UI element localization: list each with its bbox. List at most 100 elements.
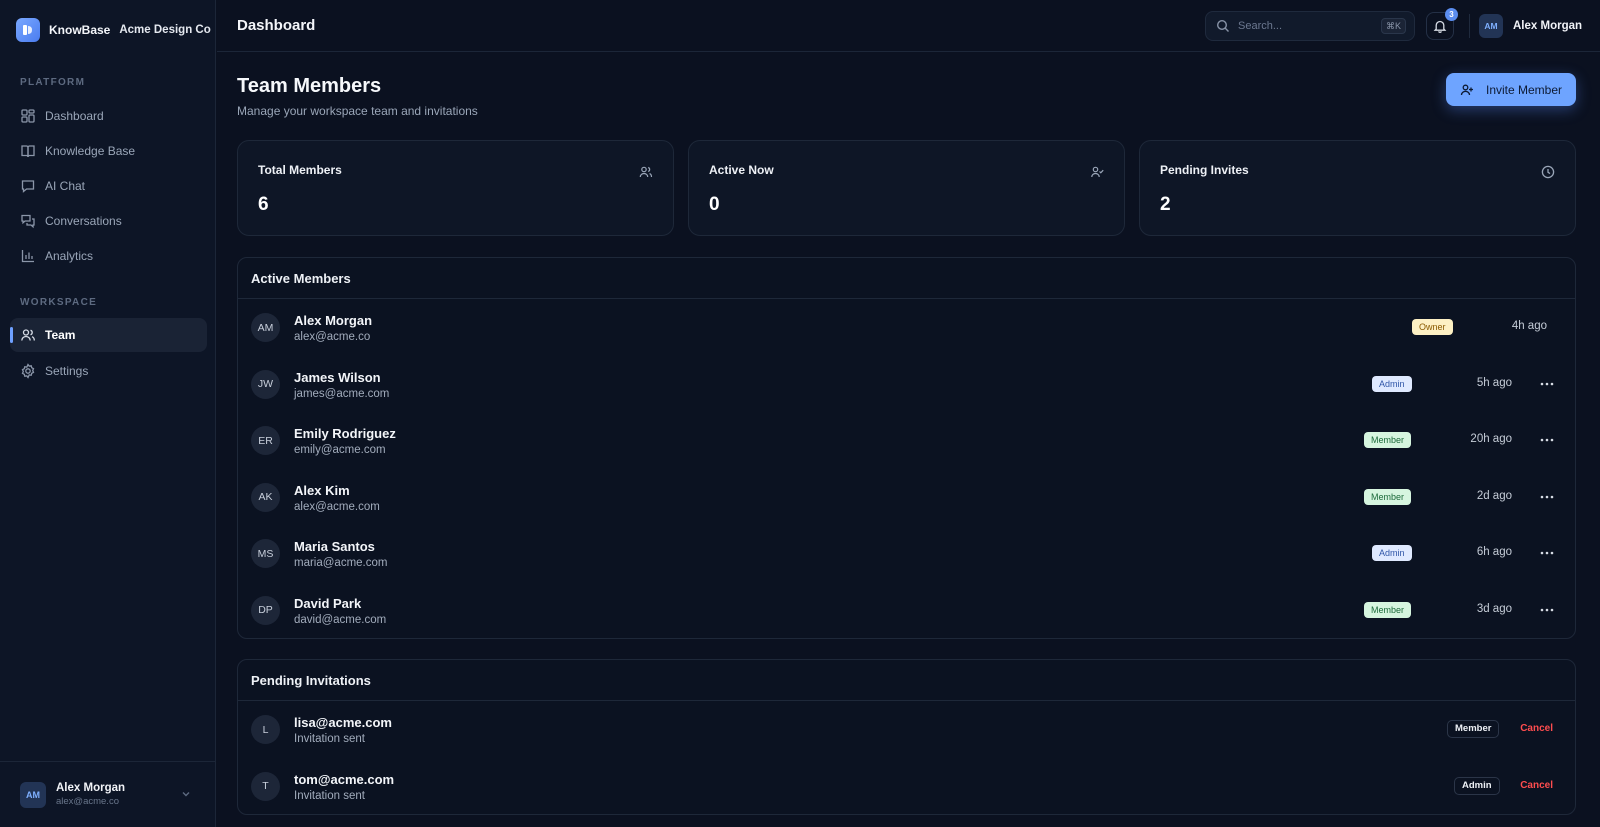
panel-title: Pending Invitations bbox=[238, 660, 1575, 701]
role-badge: Member bbox=[1364, 488, 1412, 505]
invite-member-button[interactable]: Invite Member bbox=[1446, 73, 1576, 106]
section-label-platform: PLATFORM bbox=[20, 77, 86, 88]
stat-value: 2 bbox=[1160, 194, 1171, 215]
role-badge: Owner bbox=[1412, 319, 1453, 335]
chevron-down-icon bbox=[180, 788, 192, 800]
user-check-icon bbox=[1090, 165, 1104, 179]
stat-card-total-members: Total Members 6 bbox=[237, 140, 674, 236]
more-options-icon[interactable] bbox=[1539, 432, 1555, 448]
users-icon bbox=[639, 165, 653, 179]
stat-label: Pending Invites bbox=[1160, 163, 1249, 177]
avatar: JW bbox=[251, 369, 280, 399]
avatar: AM bbox=[20, 781, 46, 808]
sidebar-item-label: AI Chat bbox=[45, 179, 86, 193]
search-icon bbox=[1216, 19, 1230, 33]
role-badge: Member bbox=[1364, 432, 1412, 448]
member-name: Maria Santos bbox=[294, 539, 375, 554]
active-members-panel: Active Members AM Alex Morgan alex@acme.… bbox=[237, 257, 1576, 639]
role-badge: Member bbox=[1364, 601, 1412, 618]
cancel-invite-button[interactable]: Cancel bbox=[1520, 780, 1553, 791]
member-name: Alex Morgan bbox=[294, 313, 373, 328]
gear-icon bbox=[20, 363, 36, 379]
member-email: maria@acme.com bbox=[294, 557, 388, 569]
member-email: alex@acme.com bbox=[294, 500, 380, 513]
user-name: Alex Morgan bbox=[1513, 20, 1583, 32]
table-row: JW James Wilson james@acme.com Admin 5h … bbox=[238, 356, 1575, 413]
sidebar-user-menu[interactable]: AM Alex Morgan alex@acme.co bbox=[0, 761, 216, 827]
role-badge: Admin bbox=[1372, 545, 1412, 561]
divider bbox=[1469, 14, 1470, 38]
brand-name: KnowBase bbox=[49, 23, 111, 37]
member-email: david@acme.com bbox=[294, 613, 387, 626]
role-badge: Admin bbox=[1372, 375, 1412, 392]
more-options-icon[interactable] bbox=[1539, 376, 1555, 392]
sidebar-item-label: Dashboard bbox=[45, 109, 104, 123]
users-icon bbox=[20, 327, 36, 343]
page-header-title: Dashboard bbox=[237, 17, 316, 34]
role-badge: Member bbox=[1447, 720, 1500, 738]
search-input[interactable] bbox=[1238, 20, 1378, 32]
stat-card-active-now: Active Now 0 bbox=[688, 140, 1125, 236]
user-name: Alex Morgan bbox=[56, 782, 126, 794]
avatar: T bbox=[251, 771, 280, 801]
sidebar-item-label: Settings bbox=[45, 364, 89, 378]
sidebar-item-label: Analytics bbox=[45, 249, 94, 263]
cancel-invite-button[interactable]: Cancel bbox=[1520, 723, 1553, 734]
last-active: 2d ago bbox=[1476, 489, 1512, 502]
sidebar-item-dashboard[interactable]: Dashboard bbox=[10, 99, 207, 133]
notifications-button[interactable]: 3 bbox=[1426, 8, 1458, 40]
more-options-icon[interactable] bbox=[1539, 545, 1555, 561]
stat-card-pending-invites: Pending Invites 2 bbox=[1139, 140, 1576, 236]
conversations-icon bbox=[20, 213, 36, 229]
search-shortcut: ⌘K bbox=[1380, 18, 1406, 34]
page-subtitle: Manage your workspace team and invitatio… bbox=[237, 104, 478, 118]
member-name: Emily Rodriguez bbox=[294, 426, 396, 441]
panel-title: Active Members bbox=[238, 258, 1575, 299]
invite-status: Invitation sent bbox=[294, 789, 365, 802]
sidebar: KnowBase Acme Design Co PLATFORM Dashboa… bbox=[0, 0, 216, 827]
user-menu[interactable]: AM Alex Morgan bbox=[1479, 14, 1582, 38]
list-item: T tom@acme.com Invitation sent Admin Can… bbox=[238, 758, 1575, 815]
invite-email: tom@acme.com bbox=[294, 771, 395, 787]
avatar: ER bbox=[251, 426, 280, 455]
knowbase-logo-icon bbox=[16, 18, 40, 42]
brand[interactable]: KnowBase Acme Design Co bbox=[16, 17, 211, 43]
last-active: 3d ago bbox=[1476, 602, 1512, 615]
member-email: alex@acme.co bbox=[294, 331, 371, 343]
last-active: 20h ago bbox=[1470, 433, 1512, 445]
search-box[interactable]: ⌘K bbox=[1205, 11, 1415, 41]
avatar: MS bbox=[251, 539, 280, 568]
stat-label: Active Now bbox=[709, 163, 774, 177]
user-email: alex@acme.co bbox=[56, 796, 119, 807]
last-active: 4h ago bbox=[1511, 320, 1547, 332]
sidebar-item-label: Conversations bbox=[45, 214, 122, 228]
chat-icon bbox=[20, 178, 36, 194]
invite-status: Invitation sent bbox=[294, 733, 365, 745]
member-name: David Park bbox=[294, 595, 362, 611]
more-options-icon[interactable] bbox=[1539, 602, 1555, 618]
section-label-workspace: WORKSPACE bbox=[20, 297, 98, 308]
avatar: DP bbox=[251, 595, 280, 625]
avatar: AM bbox=[1479, 14, 1503, 38]
last-active: 6h ago bbox=[1476, 546, 1512, 558]
page-title: Team Members bbox=[237, 75, 382, 97]
sidebar-item-knowledge-base[interactable]: Knowledge Base bbox=[10, 134, 207, 168]
chart-icon bbox=[20, 248, 36, 264]
avatar: AK bbox=[251, 482, 280, 512]
member-email: emily@acme.com bbox=[294, 444, 386, 456]
sidebar-item-ai-chat[interactable]: AI Chat bbox=[10, 169, 207, 203]
sidebar-item-conversations[interactable]: Conversations bbox=[10, 204, 207, 238]
clock-icon bbox=[1541, 165, 1555, 179]
user-plus-icon bbox=[1460, 83, 1474, 97]
sidebar-item-team[interactable]: Team bbox=[10, 318, 207, 352]
sidebar-item-analytics[interactable]: Analytics bbox=[10, 239, 207, 273]
list-item: L lisa@acme.com Invitation sent Member C… bbox=[238, 701, 1575, 758]
table-row: AM Alex Morgan alex@acme.co Owner 4h ago bbox=[238, 299, 1575, 356]
invite-email: lisa@acme.com bbox=[294, 715, 392, 730]
sidebar-item-settings[interactable]: Settings bbox=[10, 354, 207, 388]
member-name: James Wilson bbox=[294, 369, 381, 385]
pending-invitations-panel: Pending Invitations L lisa@acme.com Invi… bbox=[237, 659, 1576, 815]
more-options-icon[interactable] bbox=[1539, 489, 1555, 505]
role-badge: Admin bbox=[1454, 776, 1500, 795]
workspace-name: Acme Design Co bbox=[119, 24, 211, 36]
